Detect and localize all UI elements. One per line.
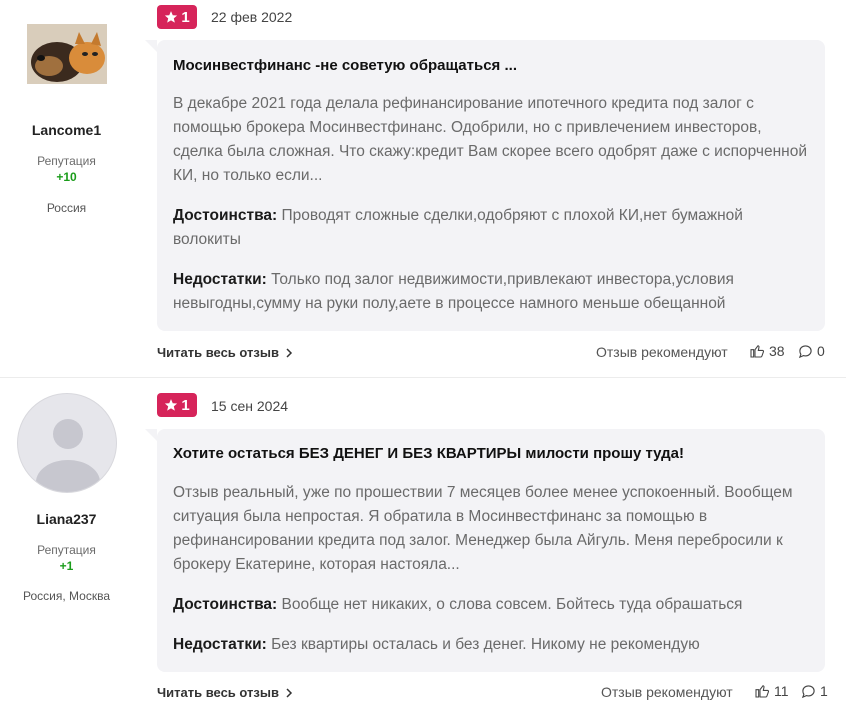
review-body: Хотите остаться БЕЗ ДЕНЕГ И БЕЗ КВАРТИРЫ…	[145, 429, 825, 672]
reputation-label: Репутация	[37, 154, 96, 168]
review-text: В декабре 2021 года делала рефинансирова…	[173, 95, 807, 184]
star-icon	[165, 11, 178, 23]
thumbs-up-icon	[750, 345, 765, 358]
comment-count: 0	[817, 343, 825, 359]
like-button[interactable]: 11	[754, 683, 789, 699]
comment-icon	[798, 344, 812, 358]
reputation-value: +1	[59, 559, 74, 573]
username[interactable]: Liana237	[0, 511, 133, 527]
pros-text: Вообще нет никаких, о слова совсем. Бойт…	[281, 596, 743, 613]
rating-value: 1	[181, 8, 190, 26]
read-full-review-link[interactable]: Читать весь отзыв	[157, 685, 293, 700]
cons-label: Недостатки:	[173, 271, 267, 288]
recommend-label: Отзыв рекомендуют	[596, 344, 728, 360]
review-pros: Достоинства: Проводят сложные сделки,одо…	[173, 204, 813, 252]
default-avatar-icon	[36, 419, 100, 492]
read-more-label: Читать весь отзыв	[157, 345, 279, 360]
pros-label: Достоинства:	[173, 207, 278, 224]
review-card: Lancome1 Репутация +10 Россия 1 22 фев 2…	[0, 0, 846, 378]
review-cons: Недостатки: Только под залог недвижимост…	[173, 268, 813, 316]
review-body: Мосинвестфинанс -не советую обращаться .…	[145, 40, 825, 331]
like-count: 11	[774, 683, 789, 699]
read-more-label: Читать весь отзыв	[157, 685, 279, 700]
rating-badge: 1	[157, 393, 197, 417]
avatar[interactable]	[27, 24, 107, 84]
read-full-review-link[interactable]: Читать весь отзыв	[157, 345, 293, 360]
review-date: 22 фев 2022	[211, 9, 293, 25]
comment-count: 1	[820, 683, 828, 699]
review-card: Liana237 Репутация +1 Россия, Москва 1 1…	[0, 379, 846, 718]
thumbs-up-icon	[755, 685, 770, 698]
review-date: 15 сен 2024	[211, 398, 289, 414]
user-location: Россия	[46, 201, 87, 215]
review-title[interactable]: Мосинвестфинанс -не советую обращаться .…	[173, 57, 517, 74]
avatar[interactable]	[17, 393, 117, 493]
username[interactable]: Lancome1	[0, 122, 133, 138]
reputation-label: Репутация	[37, 543, 96, 557]
review-title[interactable]: Хотите остаться БЕЗ ДЕНЕГ И БЕЗ КВАРТИРЫ…	[173, 445, 684, 462]
reputation-value: +10	[56, 170, 77, 184]
comment-icon	[801, 684, 815, 698]
cons-label: Недостатки:	[173, 636, 267, 653]
chevron-right-icon	[286, 347, 293, 358]
review-cons: Недостатки: Без квартиры осталась и без …	[173, 633, 813, 657]
chevron-right-icon	[286, 687, 293, 698]
star-icon	[165, 399, 178, 411]
comment-button[interactable]: 0	[798, 343, 825, 359]
review-pros: Достоинства: Вообще нет никаких, о слова…	[173, 593, 813, 617]
comment-button[interactable]: 1	[801, 683, 828, 699]
dog-cat-photo-icon	[27, 24, 107, 84]
recommend-label: Отзыв рекомендуют	[601, 684, 733, 700]
user-location: Россия, Москва	[23, 589, 110, 603]
rating-badge: 1	[157, 5, 197, 29]
like-count: 38	[769, 343, 785, 359]
review-text: Отзыв реальный, уже по прошествии 7 меся…	[173, 484, 793, 573]
like-button[interactable]: 38	[749, 343, 785, 359]
rating-value: 1	[181, 396, 190, 414]
cons-text: Без квартиры осталась и без денег. Ником…	[271, 636, 700, 653]
pros-label: Достоинства:	[173, 596, 278, 613]
